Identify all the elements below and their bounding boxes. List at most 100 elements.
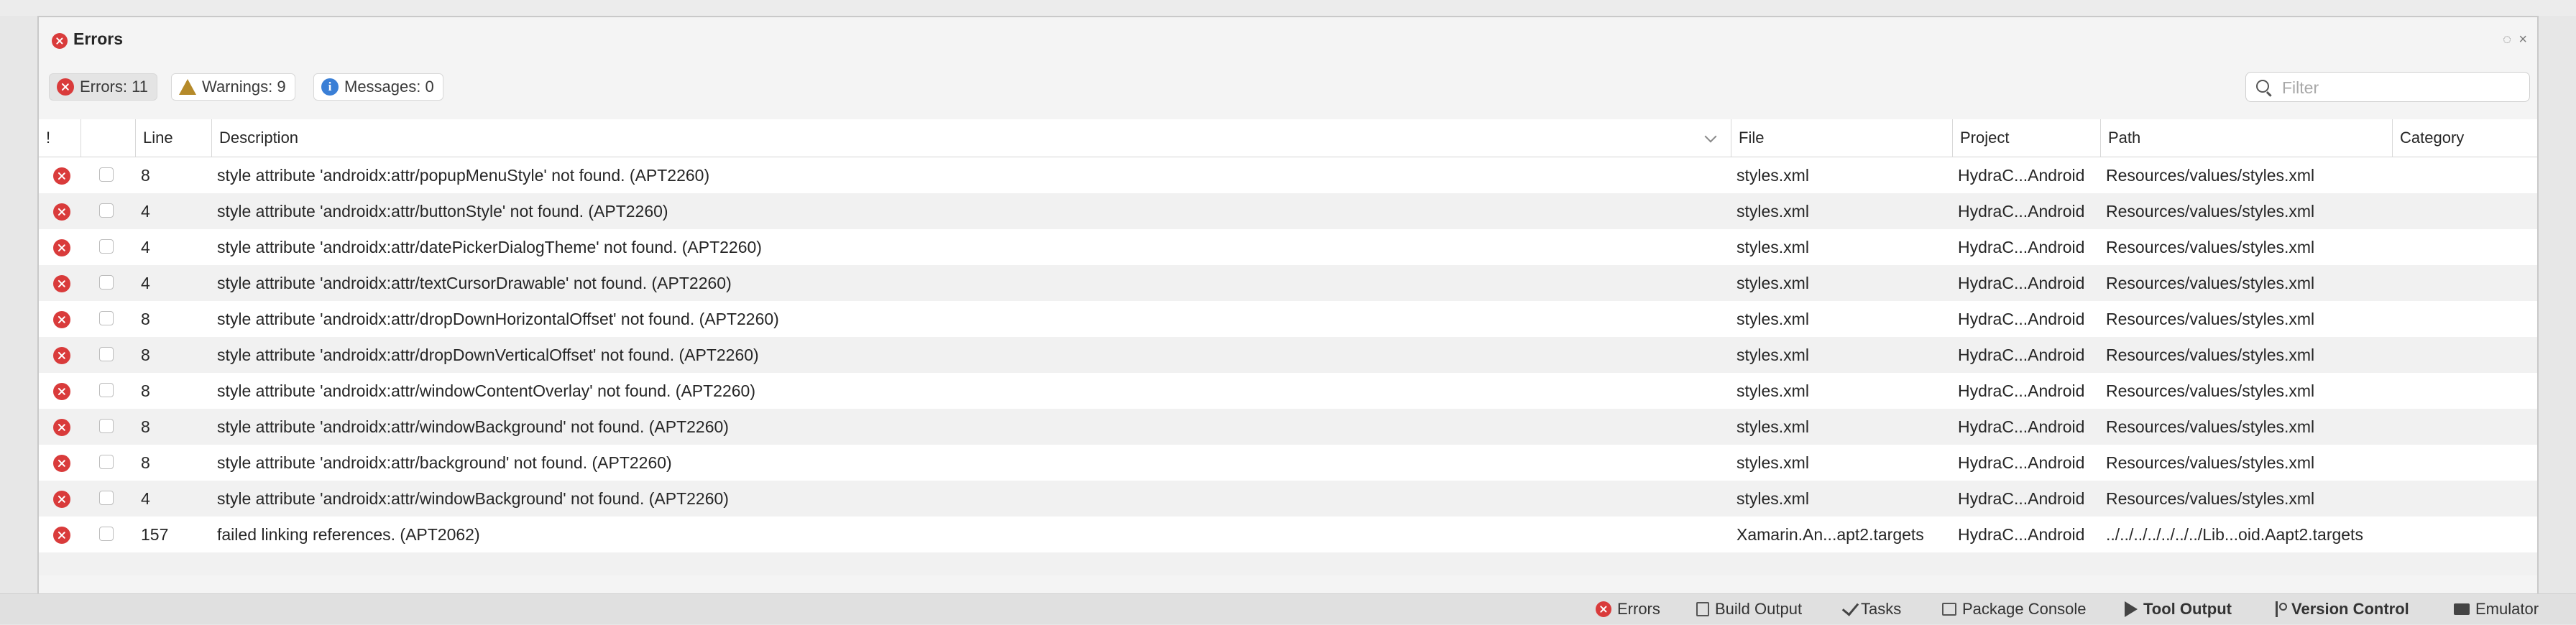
path-cell: Resources/values/styles.xml bbox=[2106, 453, 2315, 472]
file-cell: styles.xml bbox=[1736, 453, 1809, 472]
done-checkbox[interactable] bbox=[99, 491, 114, 505]
file-cell: styles.xml bbox=[1736, 202, 1809, 221]
table-empty-row bbox=[39, 552, 2537, 575]
errors-pad: Errors ◌ × Errors: 11 Warnings: 9 i Mess… bbox=[37, 16, 2539, 595]
table-row[interactable]: 8 style attribute 'androidx:attr/backgrou… bbox=[39, 445, 2537, 481]
line-cell: 4 bbox=[141, 489, 150, 508]
file-cell: styles.xml bbox=[1736, 166, 1809, 185]
line-cell: 8 bbox=[141, 381, 150, 400]
line-cell: 4 bbox=[141, 238, 150, 256]
path-cell: Resources/values/styles.xml bbox=[2106, 417, 2315, 436]
emulator-icon bbox=[2454, 603, 2470, 615]
path-cell: Resources/values/styles.xml bbox=[2106, 310, 2315, 328]
bottom-tab-tool-output[interactable]: Tool Output bbox=[2125, 594, 2232, 624]
done-checkbox[interactable] bbox=[99, 275, 114, 290]
path-cell: Resources/values/styles.xml bbox=[2106, 202, 2315, 221]
project-cell: HydraC...Android bbox=[1958, 202, 2085, 221]
table-row[interactable]: 8 style attribute 'androidx:attr/dropDown… bbox=[39, 337, 2537, 373]
column-header-project[interactable]: Project bbox=[1952, 119, 2100, 157]
table-header: ! Line Description File Project Path Cat… bbox=[39, 119, 2537, 157]
file-cell: styles.xml bbox=[1736, 346, 1809, 364]
table-row[interactable]: 4 style attribute 'androidx:attr/buttonSt… bbox=[39, 193, 2537, 229]
column-header-path[interactable]: Path bbox=[2100, 119, 2392, 157]
table-row[interactable]: 4 style attribute 'androidx:attr/textCurs… bbox=[39, 265, 2537, 301]
error-icon bbox=[53, 455, 70, 472]
path-cell: Resources/values/styles.xml bbox=[2106, 489, 2315, 508]
path-cell: Resources/values/styles.xml bbox=[2106, 346, 2315, 364]
project-cell: HydraC...Android bbox=[1958, 166, 2085, 185]
done-checkbox[interactable] bbox=[99, 383, 114, 397]
done-checkbox[interactable] bbox=[99, 347, 114, 361]
column-header-done[interactable] bbox=[80, 119, 135, 157]
project-cell: HydraC...Android bbox=[1958, 525, 2085, 544]
description-cell: style attribute 'androidx:attr/textCurso… bbox=[217, 274, 732, 292]
description-cell: style attribute 'androidx:attr/windowBac… bbox=[217, 417, 729, 436]
filter-search[interactable] bbox=[2245, 72, 2530, 102]
done-checkbox[interactable] bbox=[99, 167, 114, 182]
table-row[interactable]: 8 style attribute 'androidx:attr/windowCo… bbox=[39, 373, 2537, 409]
bottom-tab-package-console[interactable]: Package Console bbox=[1942, 594, 2086, 624]
done-checkbox[interactable] bbox=[99, 455, 114, 469]
sort-descending-icon bbox=[1704, 130, 1717, 143]
column-header-line[interactable]: Line bbox=[135, 119, 211, 157]
bottom-tab-tasks[interactable]: Tasks bbox=[1841, 594, 1901, 624]
table-row[interactable]: 4 style attribute 'androidx:attr/windowBa… bbox=[39, 481, 2537, 517]
table-row[interactable]: 8 style attribute 'androidx:attr/dropDown… bbox=[39, 301, 2537, 337]
column-header-description[interactable]: Description bbox=[211, 119, 1731, 157]
description-cell: style attribute 'androidx:attr/dropDownV… bbox=[217, 346, 759, 364]
done-checkbox[interactable] bbox=[99, 527, 114, 541]
top-strip bbox=[0, 0, 2576, 16]
file-cell: styles.xml bbox=[1736, 274, 1809, 292]
project-cell: HydraC...Android bbox=[1958, 310, 2085, 328]
table-body: 8 style attribute 'androidx:attr/popupMen… bbox=[39, 157, 2537, 552]
table-row[interactable]: 157 failed linking references. (APT2062) X… bbox=[39, 517, 2537, 552]
line-cell: 8 bbox=[141, 417, 150, 436]
bottom-tab-errors[interactable]: Errors bbox=[1596, 594, 1660, 624]
filter-input[interactable] bbox=[2281, 75, 2521, 100]
close-icon[interactable]: × bbox=[2518, 32, 2527, 48]
table-row[interactable]: 8 style attribute 'androidx:attr/windowBa… bbox=[39, 409, 2537, 445]
messages-filter-label: Messages: 0 bbox=[344, 78, 434, 96]
version-control-branch-icon bbox=[2274, 601, 2287, 617]
description-cell: failed linking references. (APT2062) bbox=[217, 525, 480, 544]
done-checkbox[interactable] bbox=[99, 311, 114, 325]
done-checkbox[interactable] bbox=[99, 203, 114, 218]
warnings-filter-button[interactable]: Warnings: 9 bbox=[171, 73, 295, 101]
column-header-category[interactable]: Category bbox=[2392, 119, 2537, 157]
project-cell: HydraC...Android bbox=[1958, 453, 2085, 472]
done-checkbox[interactable] bbox=[99, 239, 114, 254]
errors-filter-button[interactable]: Errors: 11 bbox=[49, 73, 157, 101]
error-icon bbox=[57, 78, 74, 96]
messages-filter-button[interactable]: i Messages: 0 bbox=[313, 73, 443, 101]
error-icon bbox=[53, 383, 70, 400]
bottom-tab-version-control-label: Version Control bbox=[2291, 600, 2409, 618]
error-icon bbox=[52, 33, 68, 49]
warnings-filter-label: Warnings: 9 bbox=[202, 78, 286, 96]
error-icon bbox=[53, 347, 70, 364]
column-header-description-label: Description bbox=[219, 129, 299, 147]
error-icon bbox=[1596, 601, 1611, 617]
project-cell: HydraC...Android bbox=[1958, 238, 2085, 256]
bottom-tab-emulator[interactable]: Emulator bbox=[2454, 594, 2539, 624]
error-icon bbox=[53, 419, 70, 436]
build-output-icon bbox=[1696, 602, 1709, 616]
line-cell: 4 bbox=[141, 274, 150, 292]
done-checkbox[interactable] bbox=[99, 419, 114, 433]
path-cell: Resources/values/styles.xml bbox=[2106, 166, 2315, 185]
warning-icon bbox=[179, 79, 196, 95]
table-row[interactable]: 4 style attribute 'androidx:attr/datePick… bbox=[39, 229, 2537, 265]
project-cell: HydraC...Android bbox=[1958, 417, 2085, 436]
bottom-tab-build-output[interactable]: Build Output bbox=[1696, 594, 1802, 624]
file-cell: styles.xml bbox=[1736, 238, 1809, 256]
table-row[interactable]: 8 style attribute 'androidx:attr/popupMen… bbox=[39, 157, 2537, 193]
bottom-tab-errors-label: Errors bbox=[1617, 600, 1660, 618]
column-header-severity[interactable]: ! bbox=[39, 119, 80, 157]
bottom-tab-tool-output-label: Tool Output bbox=[2143, 600, 2232, 618]
bottom-tab-version-control[interactable]: Version Control bbox=[2274, 594, 2409, 624]
line-cell: 4 bbox=[141, 202, 150, 221]
tool-output-play-icon bbox=[2125, 601, 2138, 617]
dock-icon[interactable]: ◌ bbox=[2503, 32, 2511, 48]
column-header-file[interactable]: File bbox=[1731, 119, 1952, 157]
line-cell: 8 bbox=[141, 310, 150, 328]
file-cell: styles.xml bbox=[1736, 310, 1809, 328]
